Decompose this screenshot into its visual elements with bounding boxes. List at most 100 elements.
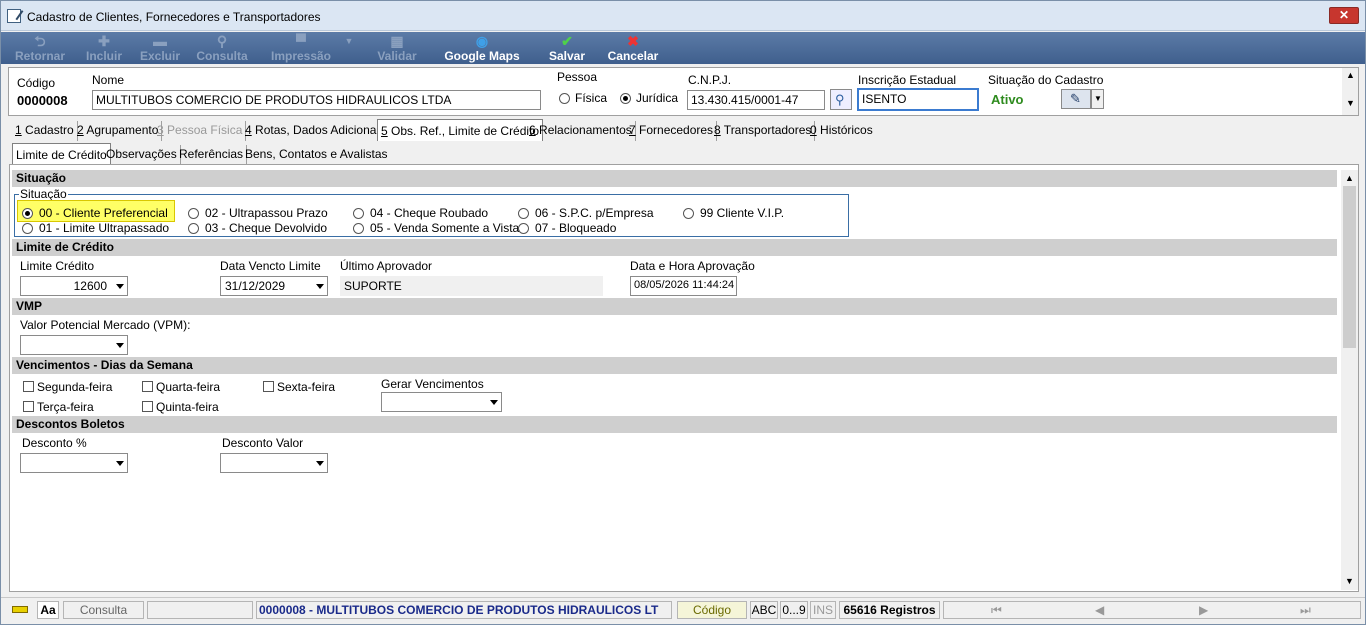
chevron-down-icon	[116, 343, 124, 348]
undo-icon: ⮌	[34, 33, 46, 49]
tab-rotas[interactable]: 4 Rotas, Dados Adicionais	[242, 121, 390, 141]
last-record-icon[interactable]: ⏭	[1300, 602, 1311, 618]
google-maps-button[interactable]: ◉ Google Maps	[441, 32, 523, 64]
subtab-observacoes[interactable]: Observações	[103, 145, 181, 165]
chevron-down-icon	[116, 461, 124, 466]
tab-transportadores[interactable]: 8 Transportadores	[711, 121, 816, 141]
ultimo-aprovador-label: Último Aprovador	[340, 259, 433, 273]
cancelar-button[interactable]: ✖ Cancelar	[603, 32, 663, 64]
mode-indicator: Consulta	[63, 601, 144, 619]
terca-checkbox[interactable]	[23, 401, 34, 412]
quinta-label: Quinta-feira	[156, 400, 219, 414]
check-icon: ✔	[561, 33, 573, 49]
segunda-checkbox[interactable]	[23, 381, 34, 392]
chevron-down-icon	[490, 400, 498, 405]
close-button[interactable]: ✕	[1329, 7, 1359, 24]
cnpj-search-button[interactable]: ⚲	[830, 89, 852, 110]
data-vencto-label: Data Vencto Limite	[220, 259, 321, 273]
situacao-label-06: 06 - S.P.C. p/Empresa	[535, 206, 654, 220]
impressao-dropdown-arrow[interactable]: ▼	[343, 32, 355, 64]
desconto-pct-combo[interactable]	[20, 453, 128, 473]
tab-cadastro[interactable]: 1 Cadastro	[12, 121, 78, 141]
chevron-down-icon: ▼	[1094, 94, 1102, 103]
subtab-limite-credito[interactable]: Limite de Crédito	[12, 143, 111, 165]
incluir-button[interactable]: ✚ Incluir	[79, 32, 129, 64]
tab-pessoa-fisica[interactable]: 3 Pessoa Física	[154, 121, 247, 141]
tab-agrupamento[interactable]: 2 Agrupamento	[74, 121, 163, 141]
section-limite-credito: Limite de Crédito	[12, 239, 1337, 256]
situacao-group-label: Situação	[19, 187, 68, 201]
limite-credito-combo[interactable]: 12600	[20, 276, 128, 296]
chevron-down-icon	[316, 284, 324, 289]
situacao-radio-01[interactable]	[22, 223, 33, 234]
situacao-radio-02[interactable]	[188, 208, 199, 219]
ie-label: Inscrição Estadual	[858, 73, 957, 87]
content-scrollbar[interactable]: ▲ ▼	[1341, 170, 1358, 590]
validar-button[interactable]: ▦ Validar	[371, 32, 423, 64]
scrollbar-thumb[interactable]	[1343, 186, 1356, 348]
situacao-dropdown-button[interactable]: ▼	[1091, 89, 1104, 109]
calculator-icon: ▦	[390, 33, 404, 49]
salvar-button[interactable]: ✔ Salvar	[543, 32, 591, 64]
record-count: 65616 Registros	[839, 601, 940, 619]
chevron-down-icon: ▼	[1346, 98, 1355, 108]
desconto-valor-combo[interactable]	[220, 453, 328, 473]
situacao-edit-button[interactable]: ✎	[1061, 89, 1091, 109]
search-icon: ⚲	[835, 92, 845, 107]
section-situacao: Situação	[12, 170, 1337, 187]
quarta-checkbox[interactable]	[142, 381, 153, 392]
consulta-button[interactable]: ⚲ Consulta	[193, 32, 251, 64]
highlighter-icon	[12, 606, 28, 613]
excluir-button[interactable]: ▬ Excluir	[135, 32, 185, 64]
tab-relacionamentos[interactable]: 6 Relacionamentos	[526, 121, 636, 141]
quarta-label: Quarta-feira	[156, 380, 221, 394]
font-button[interactable]: Aa	[37, 601, 59, 619]
desconto-valor-label: Desconto Valor	[222, 436, 304, 450]
pessoa-fisica-radio[interactable]	[559, 93, 570, 104]
situacao-label-03: 03 - Cheque Devolvido	[205, 221, 328, 235]
nome-field[interactable]: MULTITUBOS COMERCIO DE PRODUTOS HIDRAULI…	[92, 90, 541, 110]
quinta-checkbox[interactable]	[142, 401, 153, 412]
section-vmp: VMP	[12, 298, 1337, 315]
section-vencimentos: Vencimentos - Dias da Semana	[12, 357, 1337, 374]
codigo-label: Código	[17, 76, 56, 90]
subtab-bens-contatos[interactable]: Bens, Contatos e Avalistas	[242, 145, 391, 165]
ie-field[interactable]: ISENTO	[857, 88, 979, 111]
prev-record-icon[interactable]: ◀	[1095, 602, 1104, 618]
gerar-vencimentos-combo[interactable]	[381, 392, 502, 412]
next-record-icon[interactable]: ▶	[1199, 602, 1208, 618]
situacao-radio-00[interactable]	[22, 208, 33, 219]
sub-tabs: Limite de Crédito Observações Referência…	[12, 143, 1357, 165]
situacao-radio-99[interactable]	[683, 208, 694, 219]
codigo-value: 0000008	[17, 93, 68, 108]
current-record: 0000008 - MULTITUBOS COMERCIO DE PRODUTO…	[256, 601, 672, 619]
segunda-label: Segunda-feira	[37, 380, 113, 394]
pessoa-juridica-label: Jurídica	[636, 91, 679, 105]
first-record-icon[interactable]: ⏮	[991, 602, 1002, 618]
situacao-radio-03[interactable]	[188, 223, 199, 234]
data-vencto-combo[interactable]: 31/12/2029	[220, 276, 328, 296]
header-panel: Código 0000008 Nome MULTITUBOS COMERCIO …	[8, 67, 1359, 116]
situacao-radio-04[interactable]	[353, 208, 364, 219]
tab-historicos[interactable]: 0 Históricos	[807, 121, 876, 141]
color-button[interactable]	[7, 601, 33, 619]
situacao-cadastro-value: Ativo	[991, 92, 1024, 107]
chevron-down-icon	[116, 284, 124, 289]
retornar-button[interactable]: ⮌ Retornar	[9, 32, 71, 64]
map-pin-icon: ◉	[475, 33, 489, 49]
pessoa-juridica-radio[interactable]	[620, 93, 631, 104]
tab-obs-limite[interactable]: 5 Obs. Ref., Limite de Crédito	[377, 119, 544, 141]
situacao-radio-06[interactable]	[518, 208, 529, 219]
vpm-combo[interactable]	[20, 335, 128, 355]
cnpj-field[interactable]: 13.430.415/0001-47	[687, 90, 825, 110]
x-icon: ✖	[627, 33, 639, 49]
sexta-checkbox[interactable]	[263, 381, 274, 392]
subtab-referencias[interactable]: Referências	[176, 145, 248, 165]
header-scrollbar[interactable]: ▲ ▼	[1342, 68, 1358, 115]
impressao-button[interactable]: ▀ Impressão	[261, 32, 341, 64]
edit-icon: ✎	[1070, 91, 1081, 106]
situacao-radio-05[interactable]	[353, 223, 364, 234]
tab-fornecedores[interactable]: 7 Fornecedores	[626, 121, 718, 141]
situacao-radio-07[interactable]	[518, 223, 529, 234]
main-window: Cadastro de Clientes, Fornecedores e Tra…	[0, 0, 1366, 625]
